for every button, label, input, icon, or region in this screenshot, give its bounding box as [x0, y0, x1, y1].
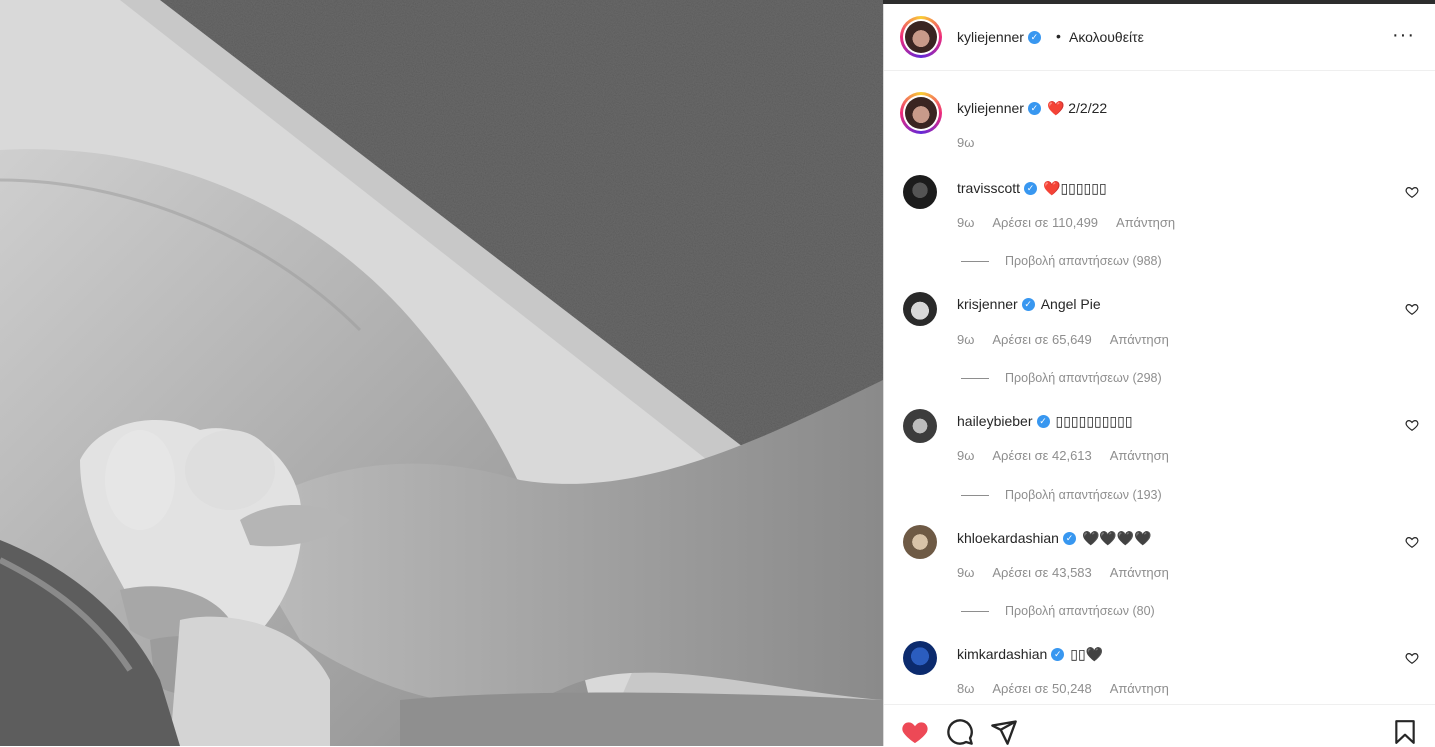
verified-icon: ✓ — [1027, 30, 1041, 44]
comment-username[interactable]: krisjenner — [957, 296, 1018, 312]
commenter-avatar[interactable] — [903, 525, 937, 559]
comment-text: ▯▯▯▯▯▯▯▯▯▯ — [1055, 413, 1133, 429]
comment: travisscott ✓ ❤️▯▯▯▯▯▯ — [957, 180, 1107, 197]
comment-username[interactable]: kimkardashian — [957, 646, 1047, 662]
replies-line — [961, 261, 989, 263]
view-replies-button[interactable]: Προβολή απαντήσεων (80) — [961, 604, 1155, 618]
replies-line — [961, 378, 989, 380]
comment-likes[interactable]: Αρέσει σε 50,248 — [992, 681, 1091, 696]
comment-username[interactable]: travisscott — [957, 180, 1020, 196]
commenter-avatar[interactable] — [903, 641, 937, 675]
comment-text: ▯▯🖤 — [1070, 646, 1104, 662]
view-replies-label: Προβολή απαντήσεων (80) — [1005, 604, 1155, 618]
replies-line — [961, 611, 989, 613]
comment-like-heart-icon[interactable] — [1405, 185, 1419, 199]
post-header: kyliejenner ✓ • Ακολουθείτε ··· — [884, 4, 1435, 71]
reply-button[interactable]: Απάντηση — [1110, 565, 1169, 580]
comment: khloekardashian ✓ 🖤🖤🖤🖤 — [957, 530, 1152, 547]
verified-icon: ✓ — [1062, 531, 1076, 545]
comment-username[interactable]: khloekardashian — [957, 530, 1059, 546]
action-bar — [884, 704, 1435, 747]
send-icon[interactable] — [990, 718, 1018, 746]
caption-username[interactable]: kyliejenner — [957, 100, 1024, 116]
view-replies-button[interactable]: Προβολή απαντήσεων (298) — [961, 371, 1162, 385]
view-replies-label: Προβολή απαντήσεων (298) — [1005, 371, 1162, 385]
caption: kyliejenner ✓ ❤️ 2/2/22 — [957, 100, 1107, 117]
separator-dot: • — [1056, 28, 1061, 44]
reply-button[interactable]: Απάντηση — [1110, 681, 1169, 696]
replies-line — [961, 495, 989, 497]
verified-icon: ✓ — [1024, 181, 1038, 195]
comment-like-heart-icon[interactable] — [1405, 418, 1419, 432]
comment-time[interactable]: 9ω — [957, 565, 974, 580]
comment-time[interactable]: 9ω — [957, 448, 974, 463]
caption-time: 9ω — [957, 135, 992, 150]
view-replies-label: Προβολή απαντήσεων (988) — [1005, 254, 1162, 268]
comment-meta: 9ω Αρέσει σε 43,583 Απάντηση — [957, 565, 1187, 580]
comment-text: 🖤🖤🖤🖤 — [1081, 530, 1152, 546]
commenter-avatar[interactable] — [903, 292, 937, 326]
reply-button[interactable]: Απάντηση — [1110, 448, 1169, 463]
bookmark-icon[interactable] — [1392, 718, 1418, 746]
verified-icon: ✓ — [1036, 414, 1050, 428]
comment-likes[interactable]: Αρέσει σε 42,613 — [992, 448, 1091, 463]
comment-likes[interactable]: Αρέσει σε 43,583 — [992, 565, 1091, 580]
comment-meta: 9ω Αρέσει σε 42,613 Απάντηση — [957, 448, 1187, 463]
comment-meta: 9ω Αρέσει σε 110,499 Απάντηση — [957, 215, 1193, 230]
author-username-text[interactable]: kyliejenner — [957, 29, 1024, 45]
caption-text: ❤️ 2/2/22 — [1046, 100, 1108, 116]
heart-filled-icon[interactable] — [900, 718, 930, 746]
verified-icon: ✓ — [1027, 101, 1041, 115]
more-options-icon[interactable]: ··· — [1392, 24, 1415, 47]
comment-text: ❤️▯▯▯▯▯▯ — [1043, 180, 1107, 196]
post-photo[interactable] — [0, 0, 883, 746]
caption-author-avatar[interactable] — [900, 92, 942, 134]
comment-meta: 8ω Αρέσει σε 50,248 Απάντηση — [957, 681, 1187, 696]
comment-likes[interactable]: Αρέσει σε 65,649 — [992, 332, 1091, 347]
comment-icon[interactable] — [946, 718, 974, 746]
comment-text: Angel Pie — [1040, 296, 1101, 312]
comment-like-heart-icon[interactable] — [1405, 302, 1419, 316]
comment-like-heart-icon[interactable] — [1405, 535, 1419, 549]
comment-likes[interactable]: Αρέσει σε 110,499 — [992, 215, 1098, 230]
author-username[interactable]: kyliejenner ✓ — [957, 29, 1041, 45]
author-avatar[interactable] — [900, 16, 942, 58]
reply-button[interactable]: Απάντηση — [1116, 215, 1175, 230]
comment: haileybieber ✓ ▯▯▯▯▯▯▯▯▯▯ — [957, 413, 1133, 430]
photo-image — [0, 0, 883, 746]
comment-time[interactable]: 9ω — [957, 332, 974, 347]
comment-meta: 9ω Αρέσει σε 65,649 Απάντηση — [957, 332, 1187, 347]
commenter-avatar[interactable] — [903, 409, 937, 443]
verified-icon: ✓ — [1051, 647, 1065, 661]
comment-time[interactable]: 9ω — [957, 215, 974, 230]
comment: krisjenner ✓ Angel Pie — [957, 296, 1101, 312]
verified-icon: ✓ — [1021, 297, 1035, 311]
commenter-avatar[interactable] — [903, 175, 937, 209]
caption-timestamp[interactable]: 9ω — [957, 135, 974, 150]
comment-time[interactable]: 8ω — [957, 681, 974, 696]
view-replies-button[interactable]: Προβολή απαντήσεων (988) — [961, 254, 1162, 268]
following-button[interactable]: Ακολουθείτε — [1069, 29, 1144, 45]
view-replies-label: Προβολή απαντήσεων (193) — [1005, 488, 1162, 502]
comment-username[interactable]: haileybieber — [957, 413, 1033, 429]
comment-like-heart-icon[interactable] — [1405, 651, 1419, 665]
view-replies-button[interactable]: Προβολή απαντήσεων (193) — [961, 488, 1162, 502]
post-detail-panel: kyliejenner ✓ • Ακολουθείτε ··· kyliejenn… — [883, 4, 1435, 746]
reply-button[interactable]: Απάντηση — [1110, 332, 1169, 347]
comment: kimkardashian ✓ ▯▯🖤 — [957, 646, 1103, 663]
